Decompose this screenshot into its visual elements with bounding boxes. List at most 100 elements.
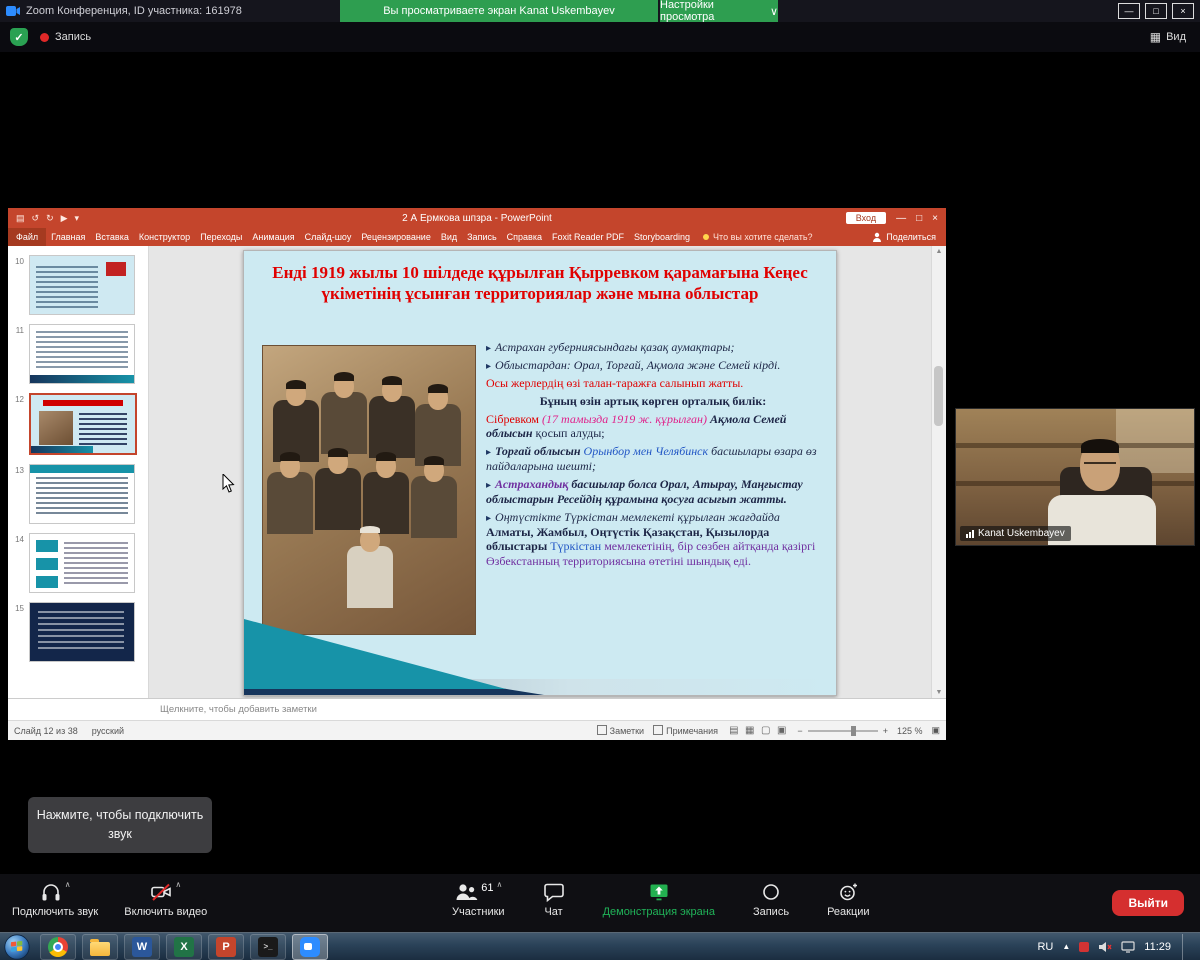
system-tray: RU ▲ 11:29 — [1037, 934, 1200, 960]
ribbon-tab-13[interactable]: Storyboarding — [629, 228, 695, 246]
hidden-icons-arrow[interactable]: ▲ — [1062, 942, 1070, 951]
bullet-icon: ▸ — [486, 361, 491, 372]
ppt-content: 10 11 12 13 14 15 Енді 1919 жылы 10 шілдеде қ… — [8, 246, 946, 698]
slide-thumbnail-15[interactable]: 15 — [12, 602, 142, 662]
zoom-taskbar-button[interactable] — [292, 934, 328, 960]
zoom-slider-thumb[interactable] — [851, 726, 856, 736]
view-normal-button[interactable]: ▤ — [729, 725, 738, 736]
ppt-share-label: Поделиться — [886, 232, 936, 242]
tell-me-box[interactable]: Что вы хотите сделать? — [703, 232, 813, 242]
ribbon-tab-7[interactable]: Слайд-шоу — [300, 228, 357, 246]
slide-thumbnail-10[interactable]: 10 — [12, 255, 142, 315]
ribbon-tab-3[interactable]: Вставка — [90, 228, 133, 246]
ppt-minimize-button[interactable]: — — [896, 213, 906, 224]
share-screen-label: Демонстрация экрана — [603, 906, 715, 918]
chevron-up-icon[interactable]: ∧ — [496, 880, 502, 889]
notes-toggle[interactable]: Заметки — [597, 725, 644, 736]
record-button[interactable]: Запись — [753, 874, 789, 918]
fit-slide-button[interactable]: ▣ — [931, 725, 940, 736]
scrollbar-thumb[interactable] — [934, 366, 943, 426]
scroll-down-icon[interactable]: ▼ — [932, 689, 946, 696]
notes-area[interactable]: Щелкните, чтобы добавить заметки — [8, 698, 946, 720]
slide-canvas[interactable]: Енді 1919 жылы 10 шілдеде құрылған Қырре… — [243, 250, 837, 696]
reactions-button[interactable]: Реакции — [827, 874, 870, 918]
view-buttons: ▤ ▦ ▢ ▣ — [727, 725, 788, 736]
ribbon-tab-12[interactable]: Foxit Reader PDF — [547, 228, 629, 246]
volume-muted-icon[interactable] — [1098, 941, 1112, 953]
zoom-percent[interactable]: 125 % — [897, 726, 923, 736]
join-audio-button[interactable]: ∧ Подключить звук — [12, 874, 98, 918]
chat-button[interactable]: Чат — [543, 874, 565, 918]
zoom-icon — [300, 937, 320, 957]
sign-in-button[interactable]: Вход — [846, 212, 886, 224]
display-tray-icon[interactable] — [1121, 941, 1135, 953]
notes-placeholder: Щелкните, чтобы добавить заметки — [160, 704, 317, 715]
participant-video-tile[interactable]: Kanat Uskembayev — [955, 408, 1195, 546]
painting-figure — [347, 528, 393, 608]
view-button[interactable]: ▦ Вид — [1150, 30, 1186, 44]
minimize-button[interactable]: — — [1118, 3, 1140, 19]
ppt-share-button[interactable]: Поделиться — [872, 232, 946, 242]
notes-icon — [597, 725, 607, 735]
chevron-up-icon[interactable]: ∧ — [175, 880, 181, 889]
slide-thumbnail-14[interactable]: 14 — [12, 533, 142, 593]
start-video-button[interactable]: ∧ Включить видео — [124, 874, 207, 918]
start-button[interactable] — [4, 934, 30, 960]
language-indicator[interactable]: RU — [1037, 941, 1053, 953]
smiley-icon — [837, 881, 859, 903]
zoom-slider[interactable] — [808, 730, 878, 732]
ribbon-tab-8[interactable]: Рецензирование — [356, 228, 436, 246]
share-screen-button[interactable]: Демонстрация экрана — [603, 874, 715, 918]
zoom-out-button[interactable]: − — [797, 726, 802, 736]
ribbon-tab-2[interactable]: Главная — [46, 228, 90, 246]
view-sorter-button[interactable]: ▦ — [745, 725, 754, 736]
customize-qat-icon[interactable]: ▾ — [75, 213, 80, 224]
leave-button[interactable]: Выйти — [1112, 890, 1184, 916]
zoom-in-button[interactable]: + — [883, 726, 888, 736]
reactions-label: Реакции — [827, 906, 870, 918]
powerpoint-taskbar-button[interactable] — [208, 934, 244, 960]
view-settings-button[interactable]: Настройки просмотра ∨ — [660, 0, 778, 22]
undo-icon[interactable]: ↺ — [32, 213, 40, 224]
view-slideshow-button[interactable]: ▣ — [777, 725, 786, 736]
slide-paragraph: Осы жерлердің өзі талан-таражға салынып … — [486, 376, 820, 391]
slide-title: Енді 1919 жылы 10 шілдеде құрылған Қырре… — [262, 263, 818, 304]
ribbon-tab-6[interactable]: Анимация — [247, 228, 299, 246]
view-reading-button[interactable]: ▢ — [761, 725, 770, 736]
antivirus-tray-icon[interactable] — [1079, 942, 1089, 952]
explorer-taskbar-button[interactable] — [82, 934, 118, 960]
word-taskbar-button[interactable] — [124, 934, 160, 960]
ribbon-tab-5[interactable]: Переходы — [195, 228, 247, 246]
cmd-taskbar-button[interactable] — [250, 934, 286, 960]
ribbon-tab-9[interactable]: Вид — [436, 228, 462, 246]
chevron-up-icon[interactable]: ∧ — [65, 880, 71, 889]
ribbon-tab-1[interactable]: Файл — [8, 228, 46, 246]
comments-toggle[interactable]: Примечания — [653, 725, 718, 736]
save-icon[interactable]: ▤ — [16, 213, 25, 224]
ribbon-tab-10[interactable]: Запись — [462, 228, 502, 246]
ribbon-tab-4[interactable]: Конструктор — [134, 228, 195, 246]
statusbar-right: Заметки Примечания ▤ ▦ ▢ ▣ − + 125 % ▣ — [597, 725, 940, 736]
security-shield-icon[interactable]: ✓ — [10, 28, 28, 46]
ppt-restore-button[interactable]: □ — [916, 213, 922, 224]
slideshow-icon[interactable]: ▶ — [61, 213, 68, 224]
slide-thumbnail-13[interactable]: 13 — [12, 464, 142, 524]
clock[interactable]: 11:29 — [1144, 941, 1171, 953]
close-button[interactable]: × — [1172, 3, 1194, 19]
painting-figure — [273, 382, 319, 462]
vertical-scrollbar[interactable]: ▲ ▼ — [931, 246, 946, 698]
scroll-up-icon[interactable]: ▲ — [932, 248, 946, 255]
show-desktop-button[interactable] — [1182, 934, 1190, 960]
slide-thumbnail-11[interactable]: 11 — [12, 324, 142, 384]
slide-thumbnail-12[interactable]: 12 — [12, 393, 142, 455]
redo-icon[interactable]: ↻ — [46, 213, 54, 224]
ribbon-tab-11[interactable]: Справка — [502, 228, 547, 246]
slide-paragraph: ▸Оңтүстікте Түркістан мемлекеті құрылған… — [486, 510, 820, 569]
toolbar-center-group: 61 ∧ Участники Чат Демонстрация экрана — [452, 874, 870, 918]
ppt-close-button[interactable]: × — [932, 213, 938, 224]
language-button[interactable]: русский — [92, 726, 124, 736]
chrome-taskbar-button[interactable] — [40, 934, 76, 960]
participants-button[interactable]: 61 ∧ Участники — [452, 874, 505, 918]
excel-taskbar-button[interactable] — [166, 934, 202, 960]
maximize-button[interactable]: □ — [1145, 3, 1167, 19]
